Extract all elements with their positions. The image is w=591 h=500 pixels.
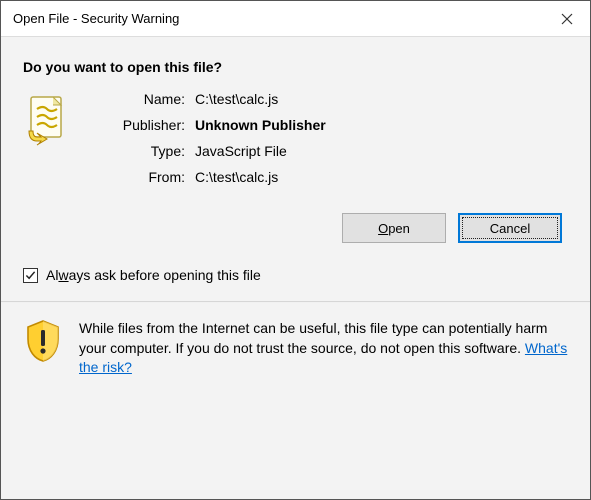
button-row: Open Cancel bbox=[1, 185, 590, 243]
check-icon bbox=[25, 270, 36, 281]
shield-warning-icon bbox=[23, 319, 63, 363]
prompt-heading: Do you want to open this file? bbox=[1, 37, 590, 91]
file-properties: Name: C:\test\calc.js Publisher: Unknown… bbox=[95, 91, 326, 185]
from-label: From: bbox=[95, 169, 185, 185]
window-title: Open File - Security Warning bbox=[13, 11, 544, 26]
file-info: Name: C:\test\calc.js Publisher: Unknown… bbox=[1, 91, 590, 185]
warning-text: While files from the Internet can be use… bbox=[79, 319, 568, 378]
dialog-content: Do you want to open this file? Name: C:\… bbox=[1, 37, 590, 499]
publisher-value: Unknown Publisher bbox=[195, 117, 326, 133]
script-file-icon bbox=[23, 93, 71, 153]
titlebar: Open File - Security Warning bbox=[1, 1, 590, 37]
warning-footer: While files from the Internet can be use… bbox=[1, 303, 590, 396]
always-ask-label[interactable]: Always ask before opening this file bbox=[46, 267, 261, 283]
always-ask-row: Always ask before opening this file bbox=[1, 243, 590, 301]
type-value: JavaScript File bbox=[195, 143, 326, 159]
name-label: Name: bbox=[95, 91, 185, 107]
close-icon bbox=[561, 13, 573, 25]
name-value: C:\test\calc.js bbox=[195, 91, 326, 107]
cancel-button[interactable]: Cancel bbox=[458, 213, 562, 243]
always-ask-checkbox[interactable] bbox=[23, 268, 38, 283]
type-label: Type: bbox=[95, 143, 185, 159]
close-button[interactable] bbox=[544, 1, 590, 37]
publisher-label: Publisher: bbox=[95, 117, 185, 133]
open-button[interactable]: Open bbox=[342, 213, 446, 243]
from-value: C:\test\calc.js bbox=[195, 169, 326, 185]
